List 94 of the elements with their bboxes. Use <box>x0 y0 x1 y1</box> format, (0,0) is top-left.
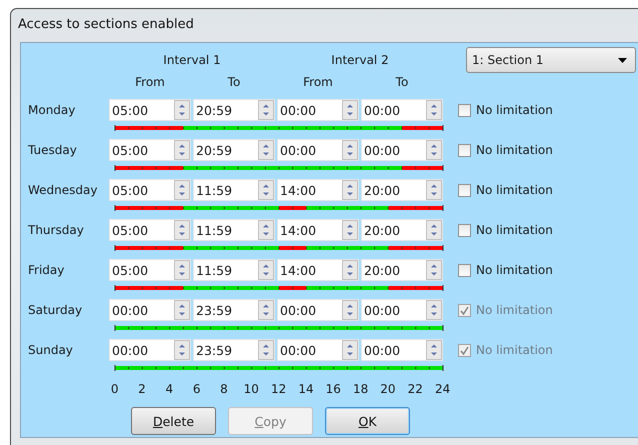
spin-button[interactable] <box>258 340 274 360</box>
no-limitation-checkbox[interactable]: No limitation <box>458 103 553 117</box>
spin-button[interactable] <box>258 300 274 320</box>
time-field[interactable]: 20:00 <box>361 179 443 201</box>
interval-heading: Interval 1 <box>162 52 222 67</box>
time-field[interactable]: 20:00 <box>361 259 443 281</box>
spin-button[interactable] <box>342 100 358 120</box>
interval-heading: Interval 2 <box>330 52 390 67</box>
day-label: Friday <box>28 263 66 277</box>
spin-button[interactable] <box>426 340 442 360</box>
day-label: Tuesday <box>28 143 78 157</box>
time-field[interactable]: 00:00 <box>109 299 191 321</box>
time-field[interactable]: 14:00 <box>277 259 359 281</box>
spin-button[interactable] <box>174 220 190 240</box>
spin-button[interactable] <box>426 180 442 200</box>
window-title: Access to sections enabled <box>17 16 195 34</box>
time-field[interactable]: 00:00 <box>277 299 359 321</box>
axis-label: 18 <box>352 382 370 396</box>
axis-label: 16 <box>324 382 342 396</box>
time-field[interactable]: 00:00 <box>361 139 443 161</box>
axis-label: 6 <box>192 382 202 396</box>
dialog-button[interactable]: OK <box>325 407 410 435</box>
section-dropdown[interactable]: 1: Section 1 <box>466 47 636 73</box>
spin-button[interactable] <box>258 260 274 280</box>
spin-button[interactable] <box>342 260 358 280</box>
column-heading: To <box>394 75 410 89</box>
spin-button[interactable] <box>426 100 442 120</box>
spin-button[interactable] <box>258 140 274 160</box>
time-field[interactable]: 20:00 <box>361 219 443 241</box>
dropdown-arrow-icon <box>618 58 627 62</box>
column-heading: From <box>302 75 334 89</box>
time-field[interactable]: 05:00 <box>109 179 191 201</box>
time-field[interactable]: 05:00 <box>109 219 191 241</box>
spin-button[interactable] <box>342 180 358 200</box>
day-label: Saturday <box>28 303 84 317</box>
time-field[interactable]: 11:59 <box>193 179 275 201</box>
day-label: Thursday <box>28 223 85 237</box>
time-field[interactable]: 00:00 <box>277 339 359 361</box>
time-field[interactable]: 23:59 <box>193 299 275 321</box>
time-field[interactable]: 20:59 <box>193 139 275 161</box>
axis-label: 8 <box>219 382 229 396</box>
spin-button[interactable] <box>174 340 190 360</box>
spin-button[interactable] <box>426 220 442 240</box>
spin-button[interactable] <box>426 300 442 320</box>
time-field[interactable]: 05:00 <box>109 259 191 281</box>
spin-button[interactable] <box>174 100 190 120</box>
checkmark-icon <box>459 304 470 316</box>
column-heading: From <box>134 75 166 89</box>
time-field[interactable]: 20:59 <box>193 99 275 121</box>
spin-button[interactable] <box>342 300 358 320</box>
no-limitation-checkbox[interactable]: No limitation <box>458 263 553 277</box>
time-field[interactable]: 00:00 <box>361 99 443 121</box>
checkmark-icon <box>459 344 470 356</box>
day-label: Wednesday <box>28 183 98 197</box>
time-field[interactable]: 00:00 <box>361 339 443 361</box>
time-field[interactable]: 23:59 <box>193 339 275 361</box>
axis-label: 14 <box>297 382 315 396</box>
time-field[interactable]: 00:00 <box>277 139 359 161</box>
axis-label: 10 <box>242 382 260 396</box>
axis-label: 12 <box>270 382 288 396</box>
time-field[interactable]: 14:00 <box>277 179 359 201</box>
spin-button[interactable] <box>174 180 190 200</box>
dialog-button[interactable]: Delete <box>131 407 216 435</box>
spin-button[interactable] <box>174 300 190 320</box>
no-limitation-checkbox[interactable]: No limitation <box>458 183 553 197</box>
day-label: Monday <box>28 103 76 117</box>
day-label: Sunday <box>28 343 74 357</box>
time-field[interactable]: 14:00 <box>277 219 359 241</box>
spin-button[interactable] <box>426 140 442 160</box>
axis-label: 20 <box>379 382 397 396</box>
spin-button[interactable] <box>174 260 190 280</box>
spin-button[interactable] <box>258 100 274 120</box>
spin-button[interactable] <box>342 340 358 360</box>
spin-button[interactable] <box>426 260 442 280</box>
spin-button[interactable] <box>342 140 358 160</box>
time-field[interactable]: 05:00 <box>109 99 191 121</box>
axis-label: 0 <box>110 382 120 396</box>
axis-label: 2 <box>137 382 147 396</box>
time-field[interactable]: 11:59 <box>193 259 275 281</box>
spin-button[interactable] <box>342 220 358 240</box>
time-field[interactable]: 11:59 <box>193 219 275 241</box>
no-limitation-checkbox[interactable]: No limitation <box>458 223 553 237</box>
time-field[interactable]: 00:00 <box>277 99 359 121</box>
no-limitation-checkbox[interactable]: No limitation <box>458 143 553 157</box>
time-field[interactable]: 00:00 <box>109 339 191 361</box>
axis-label: 22 <box>406 382 424 396</box>
axis-label: 4 <box>164 382 174 396</box>
axis-label: 24 <box>434 382 452 396</box>
spin-button[interactable] <box>174 140 190 160</box>
spin-button[interactable] <box>258 220 274 240</box>
time-field[interactable]: 05:00 <box>109 139 191 161</box>
column-heading: To <box>226 75 242 89</box>
time-field[interactable]: 00:00 <box>361 299 443 321</box>
spin-button[interactable] <box>258 180 274 200</box>
